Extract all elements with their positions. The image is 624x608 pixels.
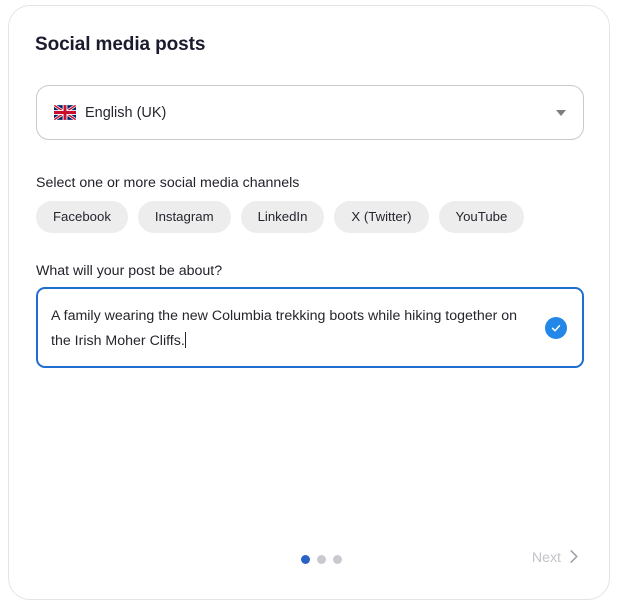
- pagination-dots: [301, 555, 342, 564]
- pagination-dot-2[interactable]: [317, 555, 326, 564]
- channel-chip-group: Facebook Instagram LinkedIn X (Twitter) …: [36, 201, 525, 234]
- pagination-dot-3[interactable]: [333, 555, 342, 564]
- next-button-label: Next: [531, 550, 561, 566]
- uk-flag-icon: [54, 105, 76, 120]
- chevron-right-icon: [569, 549, 579, 567]
- language-select-value: English (UK): [85, 104, 167, 121]
- next-button[interactable]: Next: [532, 549, 579, 567]
- page-title: Social media posts: [35, 34, 206, 55]
- channel-chip-x-twitter[interactable]: X (Twitter): [334, 201, 429, 234]
- channel-chip-youtube[interactable]: YouTube: [438, 201, 525, 234]
- prompt-input[interactable]: A family wearing the new Columbia trekki…: [36, 287, 584, 368]
- text-cursor: [184, 332, 186, 348]
- channels-label: Select one or more social media channels: [36, 175, 300, 191]
- channel-chip-instagram[interactable]: Instagram: [137, 201, 231, 234]
- social-media-posts-card: Social media posts English (UK) Select o…: [8, 5, 610, 600]
- prompt-input-value: A family wearing the new Columbia trekki…: [51, 308, 522, 349]
- language-select[interactable]: English (UK): [36, 85, 584, 140]
- chevron-down-icon: [556, 109, 566, 116]
- pagination-dot-1[interactable]: [301, 555, 310, 564]
- channel-chip-facebook[interactable]: Facebook: [36, 201, 128, 234]
- check-circle-icon[interactable]: [545, 316, 567, 339]
- prompt-label: What will your post be about?: [36, 263, 223, 279]
- channel-chip-linkedin[interactable]: LinkedIn: [240, 201, 325, 234]
